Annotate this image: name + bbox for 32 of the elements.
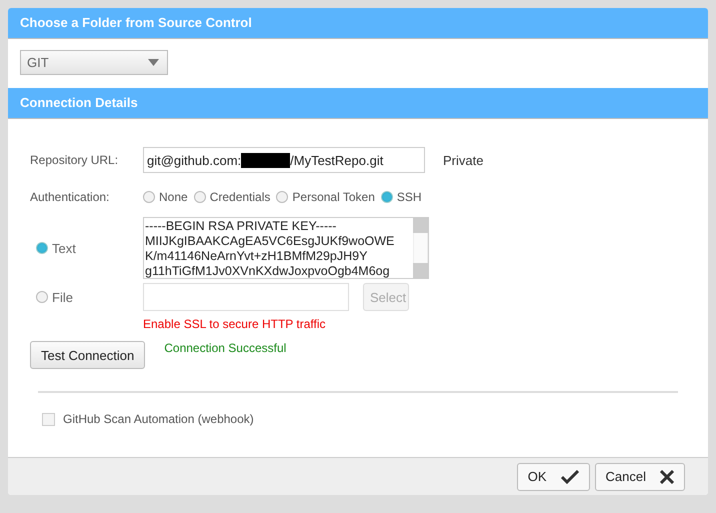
test-connection-button[interactable]: Test Connection xyxy=(30,341,146,369)
scrollbar[interactable] xyxy=(413,218,428,278)
source-dropdown[interactable]: GIT xyxy=(20,50,168,75)
file-field[interactable] xyxy=(143,283,349,311)
radio-button[interactable] xyxy=(143,191,155,203)
radio-button[interactable] xyxy=(194,191,206,203)
ok-button[interactable]: OK xyxy=(516,462,590,490)
radio-label: None xyxy=(159,190,188,204)
radio-button[interactable] xyxy=(36,291,48,303)
repository-url-field[interactable]: git@github.com: /MyTestRepo.git xyxy=(143,147,425,173)
connection-status: Connection Successful xyxy=(164,341,286,355)
radio-button[interactable] xyxy=(36,242,48,254)
radio-label: Text xyxy=(52,240,76,256)
radio-button[interactable] xyxy=(276,191,288,203)
section-header: Connection Details xyxy=(8,88,708,119)
checkbox-label: GitHub Scan Automation (webhook) xyxy=(63,412,254,426)
ssl-warning: Enable SSL to secure HTTP traffic xyxy=(143,317,327,331)
checkbox[interactable] xyxy=(42,412,55,426)
close-icon xyxy=(660,470,674,484)
cancel-button[interactable]: Cancel xyxy=(594,462,685,490)
radio-label: SSH xyxy=(396,190,422,204)
key-text-area[interactable]: -----BEGIN RSA PRIVATE KEY----- MIIJKgIBAAKCAgEA5VC6EsgJUKf9woOWE K/m41146NeArnYvt+zH1BMfM29pJH9Y g11hTiGfM1Jv0XVnKXdwJoxpvoOgb4M6og xyxy=(143,217,429,279)
visibility-label: Private xyxy=(443,152,484,168)
dropdown-caret-icon xyxy=(148,59,159,66)
radio-label: File xyxy=(52,290,73,304)
radio-button[interactable] xyxy=(380,191,393,203)
checkmark-icon xyxy=(560,470,579,484)
field-label: Repository URL: xyxy=(30,153,120,167)
section-header: Choose a Folder from Source Control xyxy=(8,8,708,39)
field-label: Authentication: xyxy=(30,190,110,204)
radio-label: Personal Token xyxy=(292,190,375,204)
radio-label: Credentials xyxy=(210,190,270,204)
